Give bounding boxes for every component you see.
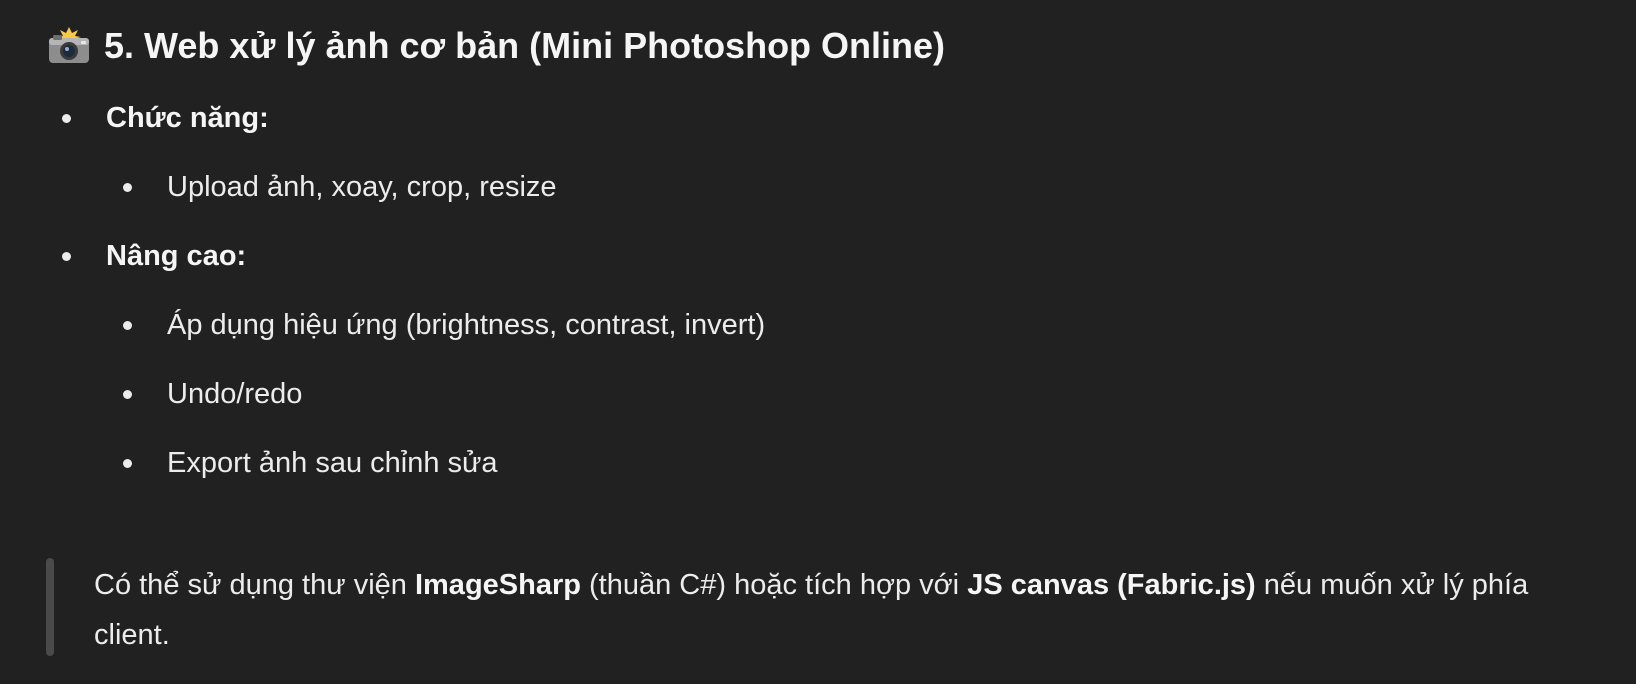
bullet-dot <box>123 390 132 399</box>
advanced-label: Nâng cao: <box>106 240 247 272</box>
list-item: Export ảnh sau chỉnh sửa <box>167 447 498 479</box>
bullet-dot <box>123 459 132 468</box>
fabricjs-library: JS canvas (Fabric.js) <box>967 569 1256 601</box>
blockquote-note: Có thể sử dụng thư viện ImageSharp (thuầ… <box>94 560 1564 660</box>
features-label: Chức năng: <box>106 102 269 134</box>
list-item: Upload ảnh, xoay, crop, resize <box>167 171 557 203</box>
note-text: (thuần C#) hoặc tích hợp với <box>580 569 968 601</box>
bullet-dot <box>123 321 132 330</box>
section-heading: 5. Web xử lý ảnh cơ bản (Mini Photoshop … <box>46 22 945 70</box>
bullet-dot <box>62 252 71 261</box>
camera-flash-icon <box>46 26 92 66</box>
note-text: Có thể sử dụng thư viện <box>94 569 415 601</box>
bullet-dot <box>62 114 71 123</box>
imagesharp-library: ImageSharp <box>414 569 581 601</box>
list-item: Áp dụng hiệu ứng (brightness, contrast, … <box>167 309 766 341</box>
blockquote-bar <box>46 558 54 656</box>
bullet-dot <box>123 183 132 192</box>
list-item: Undo/redo <box>167 378 303 410</box>
section-title: 5. Web xử lý ảnh cơ bản (Mini Photoshop … <box>104 25 946 66</box>
